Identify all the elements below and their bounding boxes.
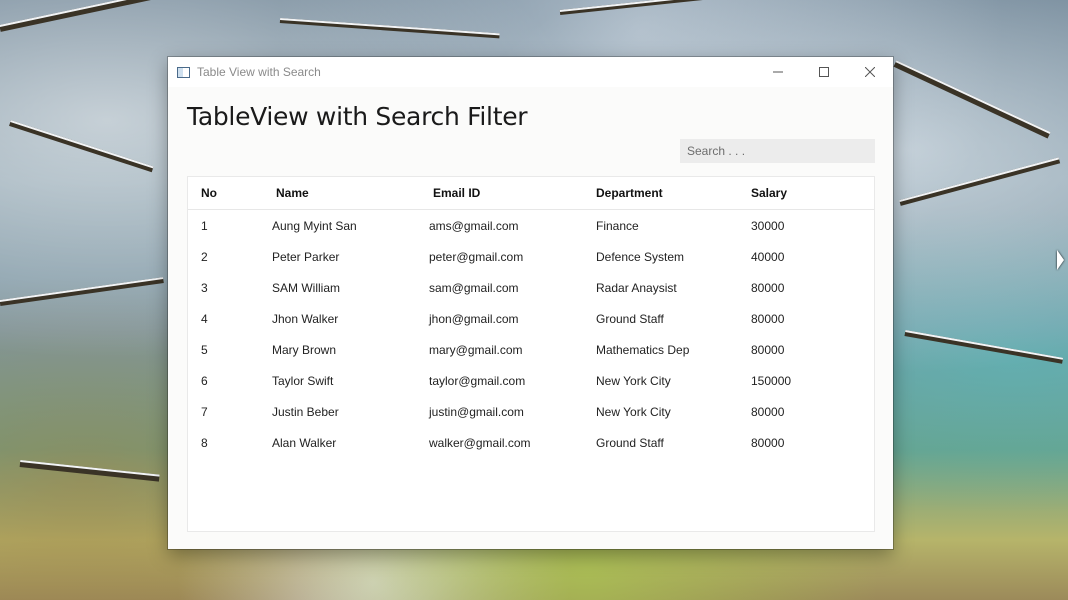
cell-department: Ground Staff	[596, 311, 664, 326]
column-header-no[interactable]: No	[188, 186, 272, 200]
cell-no: 7	[201, 404, 208, 419]
cell-no: 6	[201, 373, 208, 388]
cell-email: taylor@gmail.com	[429, 373, 526, 388]
table-row[interactable]: 8 Alan Walker walker@gmail.com Ground St…	[188, 427, 874, 458]
cell-name: Aung Myint San	[272, 218, 357, 233]
cell-department: Ground Staff	[596, 435, 664, 450]
mouse-cursor	[1057, 250, 1064, 270]
column-header-department[interactable]: Department	[596, 186, 751, 200]
maximize-button[interactable]	[801, 57, 847, 87]
cell-name: Alan Walker	[272, 435, 337, 450]
cell-email: ams@gmail.com	[429, 218, 519, 233]
maximize-icon	[819, 67, 829, 77]
cell-name: SAM William	[272, 280, 340, 295]
cell-name: Peter Parker	[272, 249, 340, 264]
cell-email: mary@gmail.com	[429, 342, 523, 357]
table-row[interactable]: 6 Taylor Swift taylor@gmail.com New York…	[188, 365, 874, 396]
cell-salary: 30000	[751, 218, 785, 233]
window-controls	[755, 57, 893, 87]
page-title: TableView with Search Filter	[187, 102, 528, 131]
minimize-icon	[773, 71, 783, 73]
table-body: 1 Aung Myint San ams@gmail.com Finance 3…	[188, 210, 874, 458]
cell-no: 5	[201, 342, 208, 357]
column-header-email[interactable]: Email ID	[429, 186, 596, 200]
cell-salary: 80000	[751, 280, 785, 295]
column-header-name[interactable]: Name	[272, 186, 429, 200]
cell-email: peter@gmail.com	[429, 249, 524, 264]
cell-salary: 80000	[751, 404, 785, 419]
search-input[interactable]	[680, 139, 875, 163]
cell-no: 8	[201, 435, 208, 450]
cell-email: jhon@gmail.com	[429, 311, 519, 326]
cell-name: Mary Brown	[272, 342, 337, 357]
cell-department: New York City	[596, 373, 671, 388]
cell-department: Radar Anaysist	[596, 280, 677, 295]
cell-department: Defence System	[596, 249, 685, 264]
employee-table: No Name Email ID Department Salary 1 Aun…	[187, 176, 875, 532]
table-row[interactable]: 5 Mary Brown mary@gmail.com Mathematics …	[188, 334, 874, 365]
cell-name: Justin Beber	[272, 404, 339, 419]
minimize-button[interactable]	[755, 57, 801, 87]
window-app-icon	[177, 66, 190, 78]
cell-no: 4	[201, 311, 208, 326]
cell-email: sam@gmail.com	[429, 280, 519, 295]
cell-salary: 80000	[751, 311, 785, 326]
table-row[interactable]: 4 Jhon Walker jhon@gmail.com Ground Staf…	[188, 303, 874, 334]
table-row[interactable]: 1 Aung Myint San ams@gmail.com Finance 3…	[188, 210, 874, 241]
cell-name: Jhon Walker	[272, 311, 339, 326]
app-window: Table View with Search TableView with Se…	[168, 57, 893, 549]
table-row[interactable]: 3 SAM William sam@gmail.com Radar Anaysi…	[188, 272, 874, 303]
title-bar[interactable]: Table View with Search	[168, 57, 893, 87]
cell-salary: 80000	[751, 342, 785, 357]
close-icon	[865, 67, 875, 77]
cell-name: Taylor Swift	[272, 373, 334, 388]
table-row[interactable]: 2 Peter Parker peter@gmail.com Defence S…	[188, 241, 874, 272]
cell-salary: 80000	[751, 435, 785, 450]
window-title: Table View with Search	[197, 65, 321, 79]
cell-no: 1	[201, 218, 208, 233]
cell-department: New York City	[596, 404, 671, 419]
column-header-salary[interactable]: Salary	[751, 186, 861, 200]
cell-department: Mathematics Dep	[596, 342, 690, 357]
cell-salary: 40000	[751, 249, 785, 264]
table-header: No Name Email ID Department Salary	[188, 177, 874, 210]
close-button[interactable]	[847, 57, 893, 87]
cell-email: walker@gmail.com	[429, 435, 531, 450]
table-row[interactable]: 7 Justin Beber justin@gmail.com New York…	[188, 396, 874, 427]
cell-email: justin@gmail.com	[429, 404, 524, 419]
cell-no: 3	[201, 280, 208, 295]
cell-salary: 150000	[751, 373, 792, 388]
cell-department: Finance	[596, 218, 639, 233]
cell-no: 2	[201, 249, 208, 264]
